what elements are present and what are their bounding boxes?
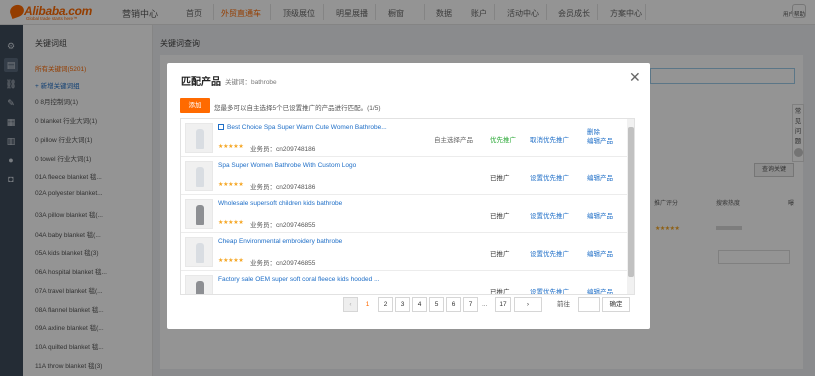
promotion-status: 已推广 <box>490 213 510 220</box>
product-image <box>196 167 204 187</box>
product-actions: 编辑产品 <box>587 286 613 294</box>
product-row: Wholesale supersoft children kids bathro… <box>181 195 627 233</box>
product-name[interactable]: Wholesale supersoft children kids bathro… <box>218 200 342 207</box>
product-row: Factory sale OEM super soft coral fleece… <box>181 271 627 295</box>
pagination-ellipsis: ... <box>482 301 488 308</box>
product-rating-stars: ★★★★★ <box>218 144 244 150</box>
product-row: Best Choice Spa Super Warm Cute Women Ba… <box>181 119 627 157</box>
promotion-status: 已推广 <box>490 251 510 258</box>
product-seller: 业务员：cn209748186 <box>250 146 316 153</box>
product-name-link[interactable]: Best Choice Spa Super Warm Cute Women Ba… <box>218 124 387 131</box>
pagination-next-button[interactable]: › <box>514 297 542 312</box>
pagination-goto-label: 前往 <box>557 301 570 308</box>
product-name[interactable]: Best Choice Spa Super Warm Cute Women Ba… <box>227 124 387 131</box>
edit-product-link[interactable]: 编辑产品 <box>587 248 613 258</box>
product-table: Best Choice Spa Super Warm Cute Women Ba… <box>180 118 635 295</box>
product-image <box>196 281 204 294</box>
dialog-title: 匹配产品 <box>181 77 221 88</box>
product-name[interactable]: Spa Super Women Bathrobe With Custom Log… <box>218 162 356 169</box>
promotion-status: 优先推广 <box>490 137 516 144</box>
pagination-goto-input[interactable] <box>578 297 600 312</box>
priority-promotion-link[interactable]: 设置优先推广 <box>530 210 569 220</box>
product-name-link[interactable]: Wholesale supersoft children kids bathro… <box>218 200 342 207</box>
product-rating-stars: ★★★★★ <box>218 258 244 264</box>
pagination-page-4[interactable]: 4 <box>412 297 427 312</box>
product-thumbnail[interactable] <box>185 161 213 191</box>
product-name-link[interactable]: Cheap Environmental embroidery bathrobe <box>218 238 342 245</box>
product-image <box>196 129 204 149</box>
product-actions: 编辑产品 <box>587 172 613 182</box>
product-image <box>196 243 204 263</box>
product-rating-stars: ★★★★★ <box>218 220 244 226</box>
checkbox-icon[interactable] <box>218 124 224 130</box>
pagination-page-2[interactable]: 2 <box>378 297 393 312</box>
product-name-link[interactable]: Spa Super Women Bathrobe With Custom Log… <box>218 162 356 169</box>
delete-link[interactable]: 删除 <box>587 128 613 137</box>
pagination-confirm-button[interactable]: 确定 <box>602 297 630 312</box>
dialog-keyword: 关键词：bathrobe <box>225 79 277 86</box>
product-row: Cheap Environmental embroidery bathrobe ★… <box>181 233 627 271</box>
product-image <box>196 205 204 225</box>
product-thumbnail[interactable] <box>185 237 213 267</box>
product-thumbnail[interactable] <box>185 199 213 229</box>
product-actions: 编辑产品 <box>587 210 613 220</box>
product-name[interactable]: Factory sale OEM super soft coral fleece… <box>218 276 380 283</box>
product-source: 自主选择产品 <box>434 137 473 144</box>
promotion-status: 已推广 <box>490 289 510 295</box>
product-thumbnail[interactable] <box>185 123 213 153</box>
edit-product-link[interactable]: 编辑产品 <box>587 286 613 294</box>
product-seller: 业务员：cn209746855 <box>250 260 316 267</box>
product-row: Spa Super Women Bathrobe With Custom Log… <box>181 157 627 195</box>
selection-hint: 您最多可以自主选择5个已设置推广的产品进行匹配。(1/5) <box>214 105 381 112</box>
product-thumbnail[interactable] <box>185 275 213 294</box>
priority-promotion-link[interactable]: 取消优先推广 <box>530 134 569 144</box>
product-actions: 删除 编辑产品 <box>587 128 613 146</box>
pagination-page-5[interactable]: 5 <box>429 297 444 312</box>
pagination-page-last[interactable]: 17 <box>495 297 511 312</box>
edit-product-link[interactable]: 编辑产品 <box>587 172 613 182</box>
product-seller: 业务员：cn209746855 <box>250 222 316 229</box>
product-name-link[interactable]: Factory sale OEM super soft coral fleece… <box>218 276 380 283</box>
pagination-page-3[interactable]: 3 <box>395 297 410 312</box>
product-actions: 编辑产品 <box>587 248 613 258</box>
priority-promotion-link[interactable]: 设置优先推广 <box>530 286 569 294</box>
pagination-page-1[interactable]: 1 <box>360 297 375 312</box>
match-products-dialog: 匹配产品 关键词：bathrobe ✕ 添加 您最多可以自主选择5个已设置推广的… <box>167 63 650 329</box>
edit-product-link[interactable]: 编辑产品 <box>587 137 613 146</box>
priority-promotion-link[interactable]: 设置优先推广 <box>530 172 569 182</box>
close-icon[interactable]: ✕ <box>629 69 641 86</box>
pagination-page-6[interactable]: 6 <box>446 297 461 312</box>
product-seller: 业务员：cn209748186 <box>250 184 316 191</box>
priority-promotion-link[interactable]: 设置优先推广 <box>530 248 569 258</box>
add-button[interactable]: 添加 <box>180 98 210 113</box>
table-scrollbar-thumb[interactable] <box>628 127 634 277</box>
pagination-page-7[interactable]: 7 <box>463 297 478 312</box>
product-name[interactable]: Cheap Environmental embroidery bathrobe <box>218 238 342 245</box>
promotion-status: 已推广 <box>490 175 510 182</box>
edit-product-link[interactable]: 编辑产品 <box>587 210 613 220</box>
product-rating-stars: ★★★★★ <box>218 182 244 188</box>
pagination-prev-button[interactable]: ‹ <box>343 297 358 312</box>
